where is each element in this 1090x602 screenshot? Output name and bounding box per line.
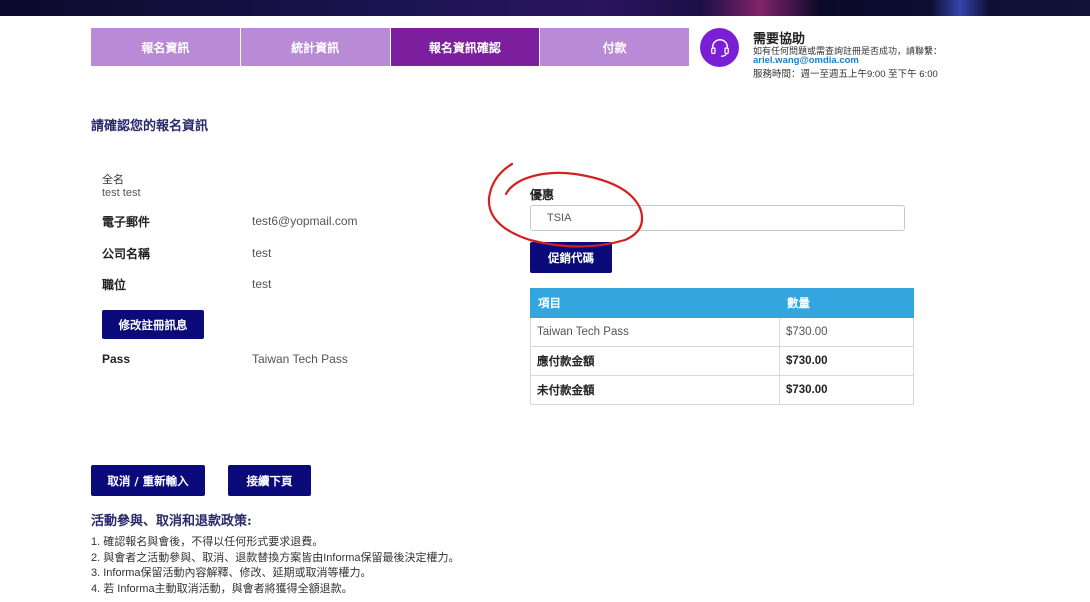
company-label: 公司名稱	[102, 247, 151, 261]
step-statistics-info[interactable]: 統計資訊	[240, 28, 391, 66]
banner-glow	[930, 0, 990, 16]
help-email-link[interactable]: ariel.wang@omdia.com	[753, 55, 859, 66]
policy-title: 活動參與、取消和退款政策:	[91, 514, 252, 529]
policy-item: 3. Informa保留活動內容解釋、修改、延期或取消等權力。	[91, 567, 372, 579]
promo-code-input[interactable]: TSIA	[530, 205, 905, 231]
table-header-row: 項目 數量	[530, 288, 914, 318]
policy-item: 4. 若 Informa主動取消活動，與會者將獲得全額退款。	[91, 582, 353, 595]
progress-steps: 報名資訊 統計資訊 報名資訊確認 付款	[91, 28, 689, 66]
table-row: Taiwan Tech Pass $730.00	[530, 317, 914, 347]
column-header-amount: 數量	[779, 288, 914, 318]
table-cell-item: 應付款金額	[530, 346, 780, 376]
position-label: 職位	[102, 278, 127, 292]
table-cell-amount: $730.00	[779, 346, 914, 376]
table-cell-amount: $730.00	[779, 317, 914, 347]
table-cell-amount: $730.00	[779, 375, 914, 405]
step-confirm-info[interactable]: 報名資訊確認	[390, 28, 541, 66]
apply-promo-button[interactable]: 促銷代碼	[530, 242, 612, 273]
fullname-label: 全名	[102, 174, 124, 186]
step-registration-info[interactable]: 報名資訊	[91, 28, 241, 66]
help-hours: 服務時間：週一至週五上午9:00 至下午 6:00	[753, 69, 938, 80]
top-banner	[0, 0, 1090, 16]
page-title: 請確認您的報名資訊	[91, 119, 209, 134]
step-payment[interactable]: 付款	[540, 28, 689, 66]
table-row: 應付款金額 $730.00	[530, 346, 914, 376]
company-value: test	[252, 246, 272, 260]
email-label: 電子郵件	[102, 215, 151, 229]
column-header-item: 項目	[530, 288, 780, 318]
help-panel: 需要協助 如有任何問題或需查詢註冊是否成功，請聯繫： ariel.wang@om…	[700, 28, 960, 80]
cancel-reenter-button[interactable]: 取消 / 重新輸入	[91, 465, 205, 496]
table-cell-item: Taiwan Tech Pass	[530, 317, 780, 347]
next-page-button[interactable]: 接續下頁	[228, 465, 311, 496]
pass-value: Taiwan Tech Pass	[252, 352, 348, 366]
promo-label: 優惠	[530, 188, 555, 202]
headset-icon	[700, 28, 739, 67]
policy-item: 2. 與會者之活動參與、取消、退款替換方案皆由Informa保留最後決定權力。	[91, 551, 460, 564]
position-value: test	[252, 277, 272, 291]
email-value: test6@yopmail.com	[252, 214, 358, 228]
fullname-value: test test	[102, 187, 141, 199]
policy-item: 1. 確認報名與會後，不得以任何形式要求退費。	[91, 536, 324, 548]
policy-list: 1. 確認報名與會後，不得以任何形式要求退費。 2. 與會者之活動參與、取消、退…	[91, 535, 691, 597]
pass-label: Pass	[102, 352, 131, 366]
banner-glow	[700, 0, 820, 16]
table-cell-item: 未付款金額	[530, 375, 780, 405]
edit-registration-button[interactable]: 修改註冊訊息	[102, 310, 204, 339]
order-summary-table: 項目 數量 Taiwan Tech Pass $730.00 應付款金額 $73…	[530, 288, 914, 405]
table-row: 未付款金額 $730.00	[530, 375, 914, 405]
